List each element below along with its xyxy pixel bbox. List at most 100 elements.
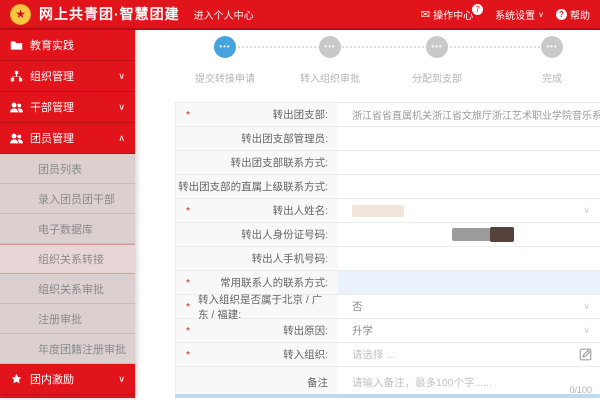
required-mark: * [186, 325, 190, 337]
progress-stepper: 提交转接申请 转入组织审批 分配到支部 完成 [135, 30, 600, 102]
form-row-region-question: * 转入组织是否属于北京 / 广东 / 福建: 否 [176, 295, 600, 319]
phone-number-value [338, 247, 600, 270]
required-mark: * [186, 109, 190, 121]
sidebar-item-league-incentive[interactable]: 团内激励 ∨ [0, 364, 135, 395]
question-circle-icon: ? [556, 9, 567, 20]
step-circle-3 [426, 36, 448, 58]
sidebar-subitem-annual-registration-approval[interactable]: 年度团籍注册审批 [0, 334, 135, 364]
system-settings-button[interactable]: 系统设置 ∨ [495, 7, 544, 22]
sidebar-item-label: 团员管理 [30, 130, 74, 146]
sidebar-item-label: 组织管理 [30, 68, 74, 84]
id-number-value [338, 223, 600, 246]
sidebar-subitem-label: 团员列表 [38, 161, 82, 177]
sidebar-subitem-relation-approval[interactable]: 组织关系审批 [0, 274, 135, 304]
operation-center-label: 操作中心 [433, 7, 473, 22]
field-label: 转入组织: [283, 347, 328, 362]
operation-center-button[interactable]: ✉ 操作中心 7 [421, 7, 483, 22]
system-settings-label: 系统设置 [495, 7, 535, 22]
chevron-down-icon [583, 325, 590, 336]
sidebar-subitem-registration-approval[interactable]: 注册审批 [0, 304, 135, 334]
form-row-superior-contact: 转出团支部的直属上级联系方式: [176, 175, 600, 199]
target-org-placeholder: 请选择 ... [352, 347, 395, 362]
field-label: 转出人身份证号码: [241, 227, 328, 242]
sidebar-subitem-member-list[interactable]: 团员列表 [0, 154, 135, 184]
chevron-down-icon [583, 205, 590, 216]
stepper-dotted-line [225, 46, 552, 48]
field-label: 转出团支部的直属上级联系方式: [178, 179, 328, 194]
sidebar-subitem-enter-members[interactable]: 录入团员团干部 [0, 184, 135, 214]
superior-contact-value [338, 175, 600, 198]
step-circle-4 [541, 36, 563, 58]
transfer-reason-select[interactable]: 升学 [338, 319, 600, 342]
sidebar-subitem-label: 录入团员团干部 [38, 191, 115, 207]
redacted-name-value [352, 205, 404, 217]
form-row-transfer-reason: * 转出原因: 升学 [176, 319, 600, 343]
main-content: 提交转接申请 转入组织审批 分配到支部 完成 * 转出团支部: 浙江省省直属机关… [135, 30, 600, 398]
award-icon [10, 373, 23, 386]
sidebar-filler [0, 395, 135, 398]
chevron-down-icon: ∨ [118, 374, 125, 385]
step-label-4: 完成 [542, 70, 562, 85]
sidebar-subitem-label: 注册审批 [38, 311, 82, 327]
sidebar-item-cadre-management[interactable]: 干部管理 ∨ [0, 92, 135, 123]
step-label-2: 转入组织审批 [300, 70, 360, 85]
users-icon [10, 101, 23, 114]
out-branch-contact-value [338, 151, 600, 174]
sidebar-subitem-label: 电子数据库 [38, 221, 93, 237]
field-label: 转入组织是否属于北京 / 广东 / 福建: [198, 292, 328, 322]
step-label-3: 分配到支部 [412, 70, 462, 85]
form-row-out-branch-admin: 转出团支部管理员: [176, 127, 600, 151]
envelope-icon: ✉ [421, 8, 430, 21]
step-label-1: 提交转接申请 [195, 70, 255, 85]
field-label: 转出团支部联系方式: [231, 155, 328, 170]
transfer-reason-value: 升学 [352, 323, 373, 338]
app-title: 网上共青团·智慧团建 [39, 4, 180, 24]
form-row-out-person-name: * 转出人姓名: [176, 199, 600, 223]
out-branch-value: 浙江省省直属机关浙江省文旅厅浙江艺术职业学院音乐系 [352, 107, 600, 122]
personal-center-link[interactable]: 进入个人中心 [194, 7, 254, 22]
out-person-name-select[interactable] [338, 199, 600, 222]
sidebar-item-label: 干部管理 [30, 99, 74, 115]
chevron-down-icon [583, 301, 590, 312]
folder-icon [10, 39, 23, 52]
form-row-id-number: 转出人身份证号码: [176, 223, 600, 247]
sidebar-item-org-management[interactable]: 组织管理 ∨ [0, 61, 135, 92]
partially-visible-element [175, 394, 600, 398]
target-org-picker[interactable]: 请选择 ... [338, 343, 600, 366]
app-header: ★ 网上共青团·智慧团建 进入个人中心 ✉ 操作中心 7 系统设置 ∨ ? 帮助 [0, 0, 600, 30]
form-row-target-org: * 转入组织: 请选择 ... [176, 343, 600, 367]
required-mark: * [186, 205, 190, 217]
edit-icon[interactable] [579, 348, 592, 361]
help-button[interactable]: ? 帮助 [556, 7, 590, 22]
form-row-out-branch-contact: 转出团支部联系方式: [176, 151, 600, 175]
header-actions: ✉ 操作中心 7 系统设置 ∨ ? 帮助 [413, 7, 590, 22]
sidebar-item-member-management[interactable]: 团员管理 ∧ [0, 123, 135, 154]
chevron-up-icon: ∧ [118, 133, 125, 144]
redacted-id-value [452, 227, 514, 242]
help-label: 帮助 [570, 7, 590, 22]
sidebar-subitem-relation-transfer[interactable]: 组织关系转接 [0, 244, 135, 274]
sidebar-item-education-practice[interactable]: 教育实践 [0, 30, 135, 61]
notification-badge: 7 [472, 4, 483, 15]
league-emblem-logo: ★ [10, 4, 31, 25]
field-label: 转出原因: [283, 323, 328, 338]
sidebar-subitem-e-database[interactable]: 电子数据库 [0, 214, 135, 244]
required-mark: * [186, 349, 190, 361]
sidebar-item-label: 团内激励 [30, 371, 74, 387]
remarks-textarea[interactable]: 请输入备注，最多100个字...... 0/100 [338, 367, 600, 397]
region-question-value: 否 [352, 299, 363, 314]
required-mark: * [186, 301, 190, 313]
step-circle-2 [319, 36, 341, 58]
users-icon [10, 132, 23, 145]
org-icon [10, 70, 23, 83]
field-label: 转出团支部: [273, 107, 328, 122]
field-label: 转出团支部管理员: [241, 131, 328, 146]
out-branch-admin-value [338, 127, 600, 150]
sidebar-nav: 教育实践 组织管理 ∨ 干部管理 ∨ 团员管理 ∧ 团员列表 录入团员团干部 电… [0, 30, 135, 398]
chevron-down-icon: ∨ [118, 71, 125, 82]
sidebar-subitem-label: 年度团籍注册审批 [38, 341, 126, 357]
form-row-out-branch: * 转出团支部: 浙江省省直属机关浙江省文旅厅浙江艺术职业学院音乐系 [176, 103, 600, 127]
contact-method-input[interactable] [338, 271, 600, 294]
field-label: 转出人手机号码: [252, 251, 328, 266]
region-question-select[interactable]: 否 [338, 295, 600, 318]
